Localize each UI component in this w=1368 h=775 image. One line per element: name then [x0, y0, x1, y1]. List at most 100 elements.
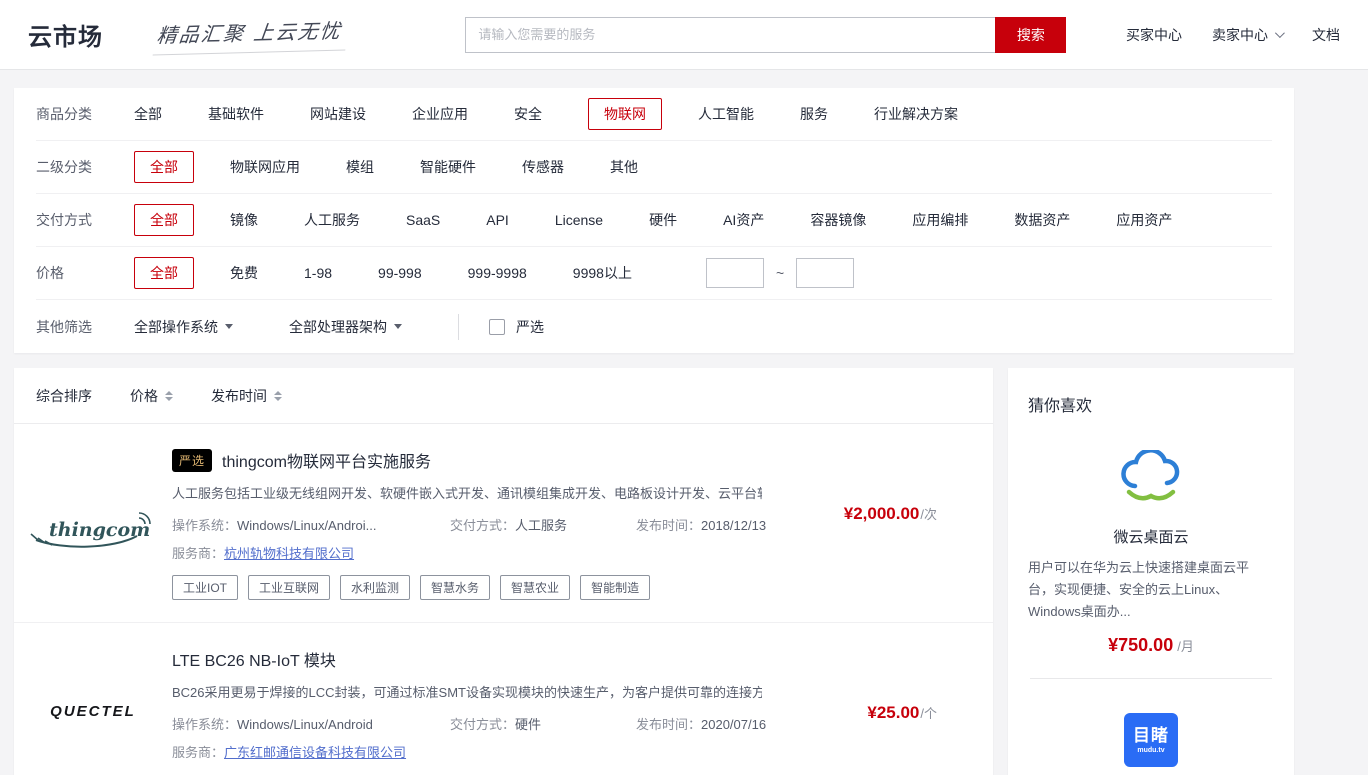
filter-option[interactable]: 物联网应用 [230, 152, 300, 182]
chevron-down-icon [1275, 28, 1285, 38]
filter-option[interactable]: 模组 [346, 152, 374, 182]
publish-label: 发布时间： [636, 518, 701, 533]
filter-option[interactable]: 应用编排 [912, 205, 968, 235]
vertical-divider [458, 314, 459, 340]
quectel-logo-text: QUECTEL [50, 703, 136, 720]
recommendation-description: 用户可以在华为云上快速搭建桌面云平台，实现便捷、安全的云上Linux、Windo… [1028, 557, 1274, 623]
publish-value: 2018/12/13 [701, 518, 766, 533]
main-content: 综合排序 价格 发布时间 thingcom [14, 368, 1354, 775]
provider-label: 服务商： [172, 745, 224, 760]
sort-arrows-icon [165, 391, 173, 401]
sort-publish-time[interactable]: 发布时间 [211, 386, 282, 406]
filter-option[interactable]: 服务 [800, 99, 828, 129]
sort-publish-label: 发布时间 [211, 386, 267, 406]
filter-label: 价格 [36, 263, 134, 283]
filter-row-other: 其他筛选 全部操作系统 全部处理器架构 严选 [36, 300, 1272, 353]
filter-option[interactable]: SaaS [406, 207, 440, 233]
thingcom-logo-icon: thingcom [29, 505, 157, 557]
yanxuan-checkbox[interactable] [489, 319, 505, 335]
filter-option[interactable]: 硬件 [649, 205, 677, 235]
filter-option[interactable]: AI资产 [723, 205, 764, 235]
filter-option[interactable]: 全部 [134, 99, 162, 129]
sort-price[interactable]: 价格 [130, 386, 173, 406]
filter-option[interactable]: 网站建设 [310, 99, 366, 129]
thingcom-logo[interactable]: thingcom [14, 448, 172, 600]
product-tag[interactable]: 工业互联网 [248, 575, 330, 600]
sort-bar: 综合排序 价格 发布时间 [14, 368, 993, 424]
price-max-input[interactable] [796, 258, 854, 288]
filter-option[interactable]: 传感器 [522, 152, 564, 182]
filter-option-selected[interactable]: 全部 [134, 257, 194, 289]
filter-option[interactable]: 安全 [514, 99, 542, 129]
filter-option[interactable]: 应用资产 [1116, 205, 1172, 235]
price-range-separator: ~ [776, 265, 784, 281]
search-button[interactable]: 搜索 [995, 17, 1066, 53]
filter-option[interactable]: API [486, 207, 509, 233]
filter-option[interactable]: 99-998 [378, 260, 422, 286]
sort-default[interactable]: 综合排序 [36, 386, 92, 406]
top-nav: 买家中心 卖家中心 文档 [1126, 25, 1340, 45]
filter-option[interactable]: 1-98 [304, 260, 332, 286]
price-min-input[interactable] [706, 258, 764, 288]
product-title[interactable]: thingcom物联网平台实施服务 [222, 448, 431, 472]
filter-option[interactable]: 镜像 [230, 205, 258, 235]
price-unit: /个 [920, 706, 937, 721]
filter-option[interactable]: 人工智能 [698, 99, 754, 129]
product-list-card: 综合排序 价格 发布时间 thingcom [14, 368, 993, 775]
filter-option[interactable]: 企业应用 [412, 99, 468, 129]
nav-seller-center[interactable]: 卖家中心 [1212, 25, 1282, 45]
os-value: Windows/Linux/Androi... [237, 518, 376, 533]
delivery-value: 硬件 [515, 717, 541, 732]
cloud-desktop-icon[interactable] [1028, 450, 1274, 508]
os-dropdown[interactable]: 全部操作系统 [134, 317, 233, 337]
product-item: thingcom 严选 thingcom物联网平台实施服务 人工服务包括工业级无… [14, 424, 993, 622]
nav-buyer-center[interactable]: 买家中心 [1126, 25, 1182, 45]
filter-option-selected[interactable]: 全部 [134, 204, 194, 236]
provider-link[interactable]: 杭州轨物科技有限公司 [224, 546, 354, 561]
delivery-label: 交付方式： [450, 717, 515, 732]
publish-label: 发布时间： [636, 717, 701, 732]
filter-option[interactable]: 数据资产 [1014, 205, 1070, 235]
provider-link[interactable]: 广东红邮通信设备科技有限公司 [224, 745, 406, 760]
filter-option[interactable]: 免费 [230, 258, 258, 288]
filter-option[interactable]: License [555, 207, 603, 233]
nav-docs[interactable]: 文档 [1312, 25, 1340, 45]
price-unit: /月 [1177, 639, 1194, 654]
delivery-label: 交付方式： [450, 518, 515, 533]
filter-option-selected[interactable]: 全部 [134, 151, 194, 183]
arch-dropdown[interactable]: 全部处理器架构 [289, 317, 402, 337]
quectel-logo[interactable]: QUECTEL [14, 647, 172, 761]
yanxuan-checkbox-label[interactable]: 严选 [516, 317, 544, 337]
price-value: ¥25.00 [867, 703, 919, 722]
filter-option-selected[interactable]: 物联网 [588, 98, 662, 130]
product-description: BC26采用更易于焊接的LCC封装，可通过标准SMT设备实现模块的快速生产，为客… [172, 682, 762, 701]
sidebar-title: 猜你喜欢 [1028, 392, 1274, 416]
price-value: ¥2,000.00 [844, 504, 920, 523]
filter-label: 商品分类 [36, 104, 134, 124]
recommendation-price: ¥750.00/月 [1028, 635, 1274, 656]
filter-option[interactable]: 智能硬件 [420, 152, 476, 182]
search-input[interactable] [465, 17, 995, 53]
filter-panel: 商品分类 全部 基础软件 网站建设 企业应用 安全 物联网 人工智能 服务 行业… [14, 88, 1294, 353]
product-title[interactable]: LTE BC26 NB-IoT 模块 [172, 647, 336, 671]
filter-option[interactable]: 999-9998 [468, 260, 527, 286]
marketplace-logo[interactable]: 云市场 [28, 17, 103, 52]
recommendations-sidebar: 猜你喜欢 微云桌面云 用户可以在华为云上快速搭建桌面云平台，实现便捷、安全的云上… [1008, 368, 1294, 775]
mudu-logo-text: 目睹 [1133, 727, 1169, 745]
filter-option[interactable]: 9998以上 [573, 258, 632, 288]
product-description: 人工服务包括工业级无线组网开发、软硬件嵌入式开发、通讯模组集成开发、电路板设计开… [172, 483, 762, 502]
filter-option[interactable]: 容器镜像 [810, 205, 866, 235]
product-tag[interactable]: 智能制造 [580, 575, 650, 600]
filter-option[interactable]: 人工服务 [304, 205, 360, 235]
product-tag[interactable]: 智慧农业 [500, 575, 570, 600]
mudu-logo[interactable]: 目睹 mudu.tv [1124, 713, 1178, 767]
filter-row-subcategory: 二级分类 全部 物联网应用 模组 智能硬件 传感器 其他 [36, 141, 1272, 194]
filter-option[interactable]: 行业解决方案 [874, 99, 958, 129]
product-tag[interactable]: 智慧水务 [420, 575, 490, 600]
filter-option[interactable]: 基础软件 [208, 99, 264, 129]
product-tag[interactable]: 水利监测 [340, 575, 410, 600]
product-tag[interactable]: 工业IOT [172, 575, 238, 600]
filter-option[interactable]: 其他 [610, 152, 638, 182]
top-header: 云市场 精品汇聚 上云无忧 搜索 买家中心 卖家中心 文档 [0, 0, 1368, 70]
recommendation-name[interactable]: 微云桌面云 [1028, 526, 1274, 547]
